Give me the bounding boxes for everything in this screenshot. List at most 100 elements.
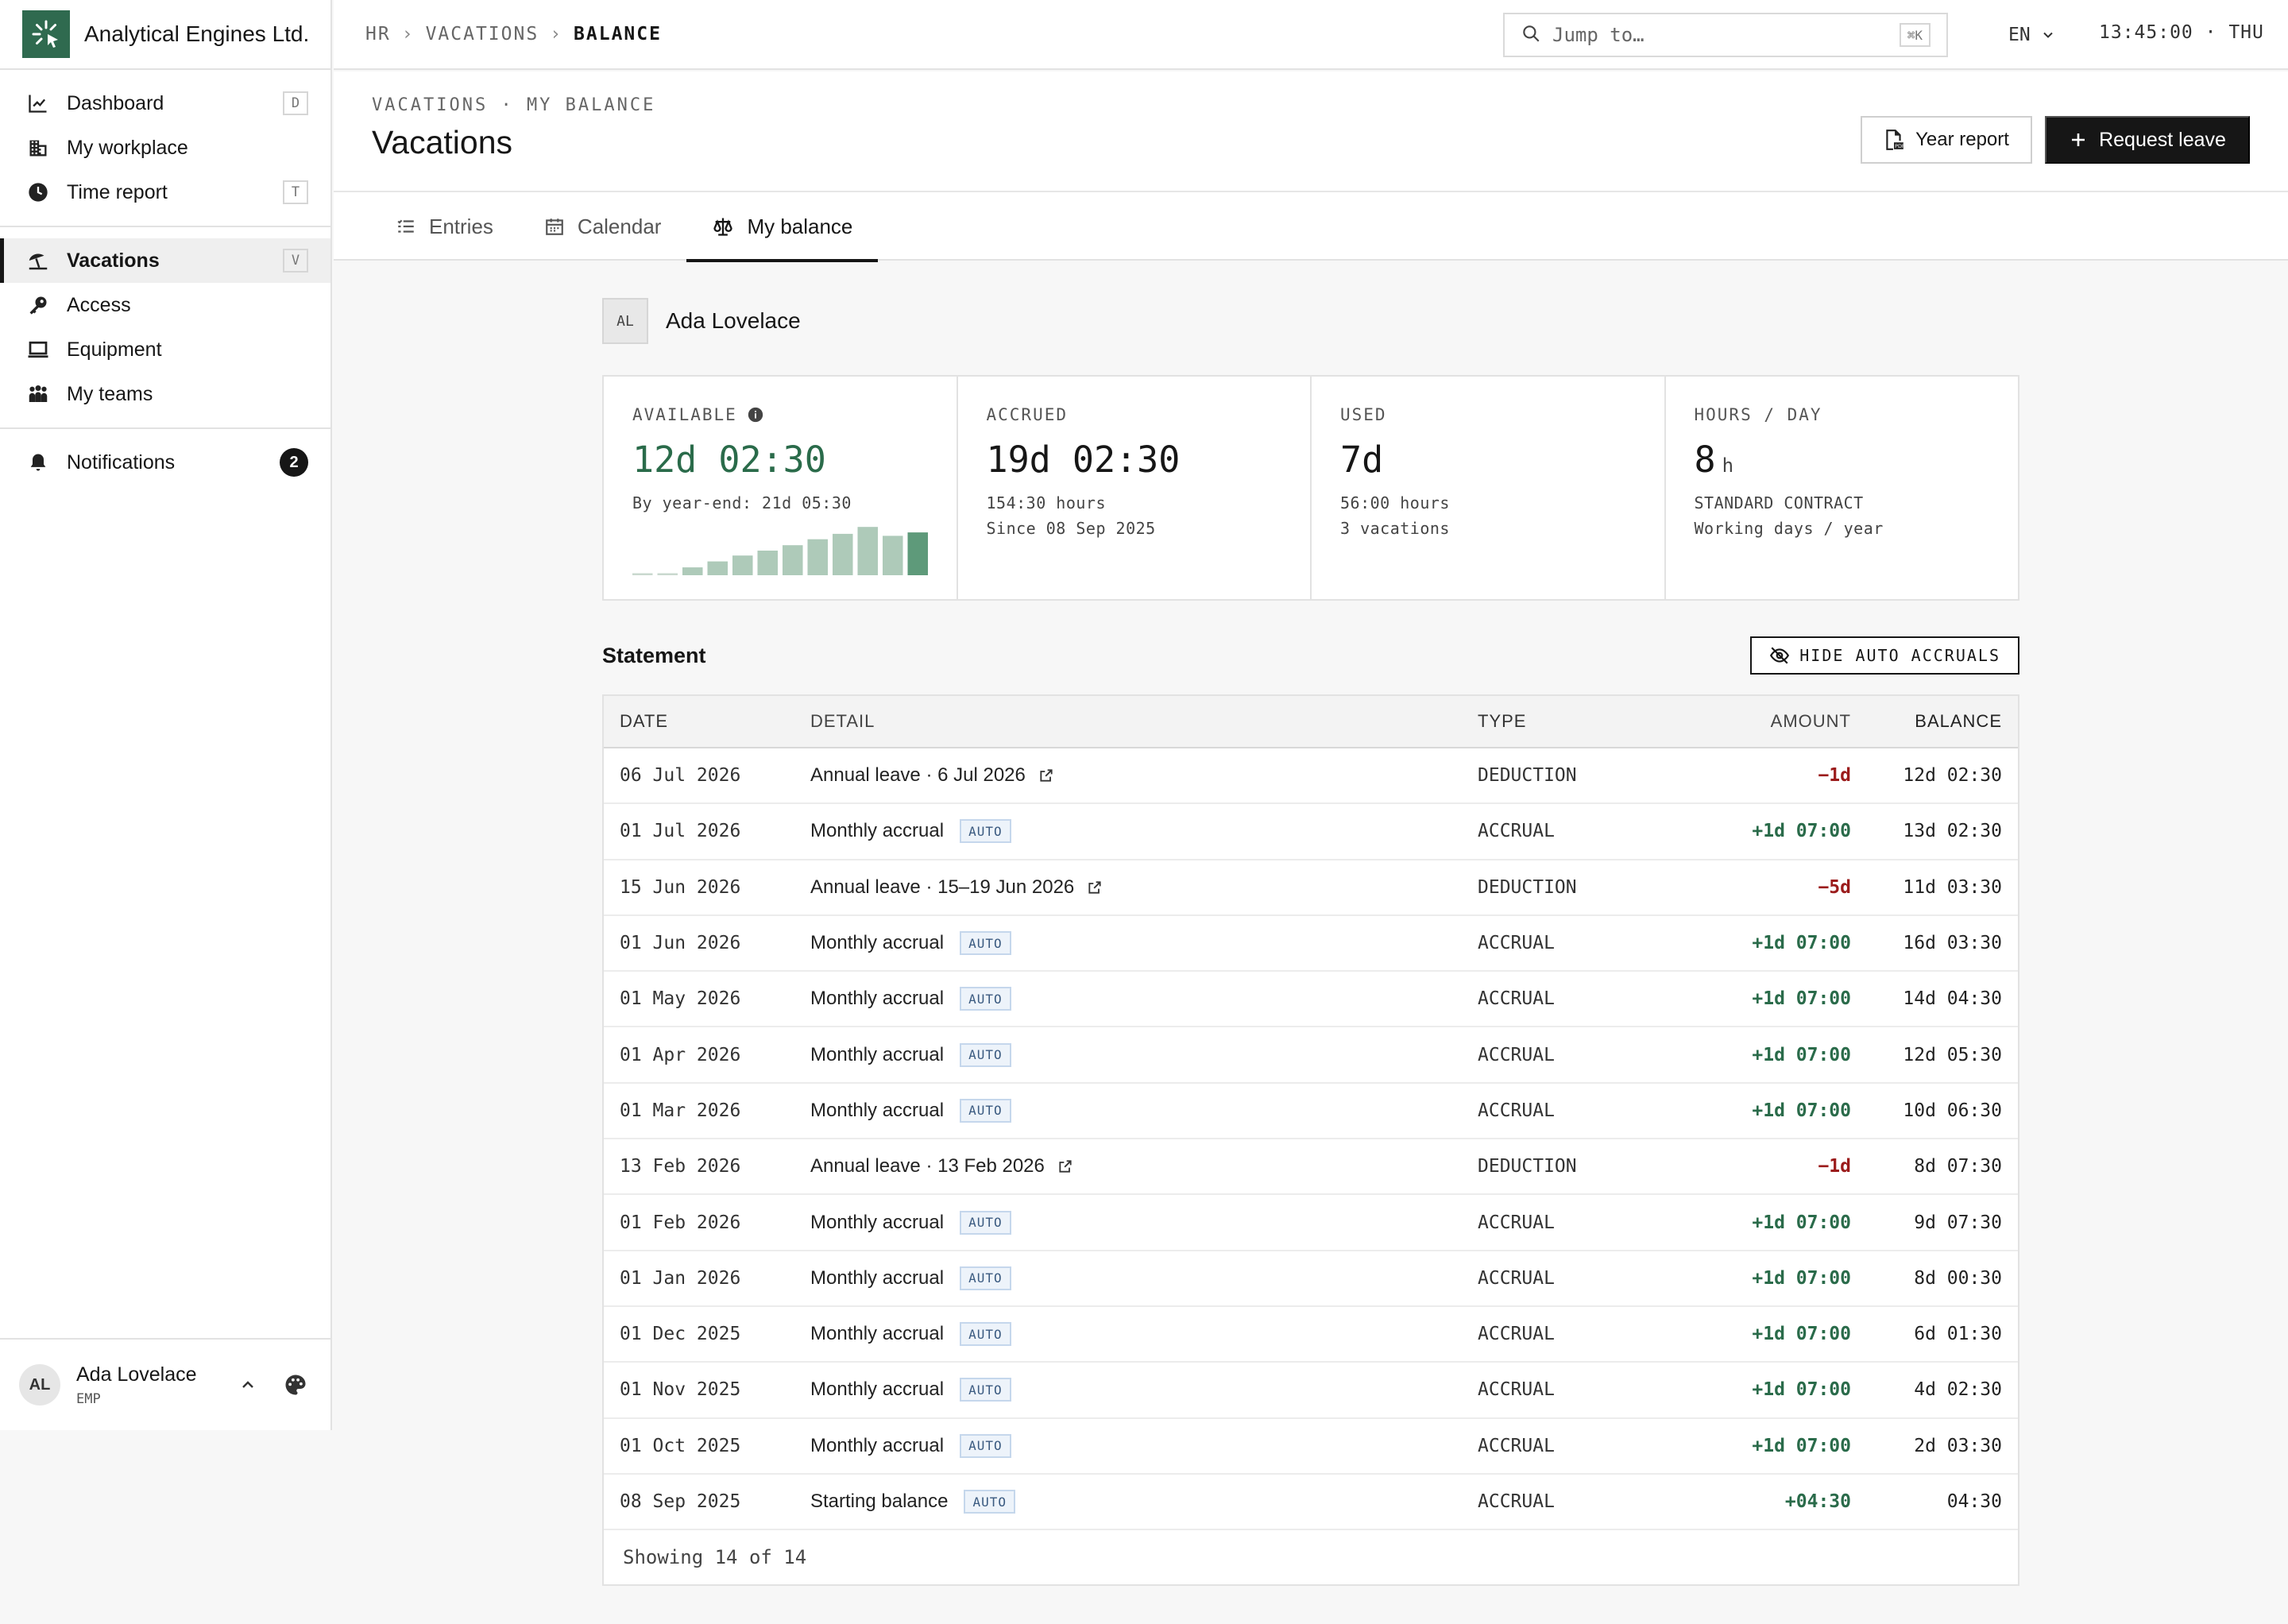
- breadcrumb-item-vacations[interactable]: VACATIONS: [426, 24, 539, 44]
- employee-avatar: AL: [602, 298, 648, 344]
- statement-title: Statement: [602, 643, 706, 667]
- sidebar-item-label: Equipment: [67, 338, 162, 361]
- cell-date: 13 Feb 2026: [620, 1156, 741, 1177]
- nav-group-secondary: Vacations V Access Equipment My teams: [0, 227, 330, 429]
- table-row[interactable]: 01 May 2026 Monthly accrual AUTO ACCRUAL +1d…: [604, 972, 2018, 1028]
- cell-detail: Monthly accrual AUTO: [810, 1378, 1478, 1402]
- nav-group-main: Dashboard D My workplace Time report T: [0, 70, 330, 227]
- cell-balance: 6d 01:30: [1914, 1324, 2002, 1345]
- sparkline-bar: [907, 532, 928, 575]
- detail-text: Monthly accrual: [810, 820, 945, 842]
- sidebar-item-dashboard[interactable]: Dashboard D: [0, 81, 330, 126]
- table-row[interactable]: 01 Oct 2025 Monthly accrual AUTO ACCRUAL +1d…: [604, 1419, 2018, 1475]
- cell-type: DEDUCTION: [1478, 876, 1577, 898]
- sidebar-item-vacations[interactable]: Vacations V: [0, 238, 330, 283]
- auto-badge: AUTO: [960, 1210, 1011, 1235]
- cell-date: 01 Oct 2025: [620, 1435, 741, 1456]
- cell-date: 01 Mar 2026: [620, 1100, 741, 1121]
- palette-icon[interactable]: [280, 1369, 311, 1401]
- cell-balance: 12d 05:30: [1903, 1044, 2002, 1065]
- cell-balance: 12d 02:30: [1903, 765, 2002, 787]
- contract-type: STANDARD CONTRACT: [1694, 493, 1864, 512]
- sidebar-item-notifications[interactable]: Notifications 2: [0, 440, 330, 485]
- cell-balance: 2d 03:30: [1914, 1435, 2002, 1456]
- info-icon[interactable]: [747, 406, 764, 423]
- chevron-up-icon[interactable]: [232, 1369, 264, 1401]
- cell-type: ACCRUAL: [1478, 933, 1555, 954]
- table-row[interactable]: 01 Jun 2026 Monthly accrual AUTO ACCRUAL +1d…: [604, 916, 2018, 972]
- cell-type: ACCRUAL: [1478, 1379, 1555, 1401]
- year-report-button[interactable]: PDF Year report: [1861, 116, 2032, 164]
- breadcrumb-item-hr[interactable]: HR: [365, 24, 391, 44]
- language-selector[interactable]: EN: [2008, 19, 2056, 51]
- cell-date: 01 Dec 2025: [620, 1324, 741, 1345]
- tab-label: My balance: [747, 214, 853, 238]
- column-header-detail[interactable]: DETAIL: [810, 711, 1478, 732]
- building-icon: [25, 135, 51, 160]
- sidebar-item-access[interactable]: Access: [0, 283, 330, 327]
- tab-bar: Entries Calendar My balance: [334, 191, 2288, 262]
- employee-name: Ada Lovelace: [666, 308, 801, 333]
- sidebar-item-time-report[interactable]: Time report T: [0, 170, 330, 215]
- external-link-icon[interactable]: [1057, 1158, 1073, 1174]
- list-icon: [397, 219, 414, 233]
- cell-amount: +04:30: [1784, 1491, 1851, 1512]
- cell-amount: −1d: [1818, 765, 1851, 787]
- sidebar-item-my-workplace[interactable]: My workplace: [0, 126, 330, 170]
- auto-badge: AUTO: [960, 1098, 1011, 1123]
- balance-content: AL Ada Lovelace AVAILABLE 12d 02:30 By y…: [602, 297, 2019, 1587]
- chevron-down-icon: [2043, 32, 2053, 38]
- user-menu[interactable]: AL Ada Lovelace EMP: [0, 1338, 330, 1430]
- table-row[interactable]: 01 Jan 2026 Monthly accrual AUTO ACCRUAL +1d…: [604, 1251, 2018, 1307]
- brand[interactable]: Analytical Engines Ltd.: [0, 0, 330, 70]
- table-row[interactable]: 01 Mar 2026 Monthly accrual AUTO ACCRUAL +1d…: [604, 1084, 2018, 1140]
- table-row[interactable]: 06 Jul 2026 Annual leave · 6 Jul 2026 DEDU…: [604, 748, 2018, 805]
- nav-group-notifications: Notifications 2: [0, 429, 330, 496]
- tab-calendar[interactable]: Calendar: [519, 192, 687, 261]
- chart-line-icon: [25, 91, 51, 116]
- hide-auto-accruals-button[interactable]: HIDE AUTO ACCRUALS: [1750, 636, 2019, 675]
- sidebar-item-label: Notifications: [67, 450, 176, 474]
- table-row[interactable]: 08 Sep 2025 Starting balance AUTO ACCRUAL +0…: [604, 1475, 2018, 1531]
- detail-text: Monthly accrual: [810, 1266, 945, 1289]
- table-row[interactable]: 01 Dec 2025 Monthly accrual AUTO ACCRUAL +1d…: [604, 1307, 2018, 1363]
- table-row[interactable]: 15 Jun 2026 Annual leave · 15–19 Jun 2026…: [604, 860, 2018, 916]
- column-header-type[interactable]: TYPE: [1478, 711, 1652, 732]
- column-header-balance[interactable]: BALANCE: [1851, 711, 2018, 732]
- used-value: 7d: [1340, 439, 1384, 481]
- sidebar-item-equipment[interactable]: Equipment: [0, 327, 330, 372]
- tab-entries[interactable]: Entries: [370, 192, 519, 261]
- external-link-icon[interactable]: [1087, 880, 1103, 895]
- request-leave-label: Request leave: [2099, 128, 2226, 151]
- table-row[interactable]: 13 Feb 2026 Annual leave · 13 Feb 2026 DED…: [604, 1139, 2018, 1196]
- table-row[interactable]: 01 Apr 2026 Monthly accrual AUTO ACCRUAL +1d…: [604, 1027, 2018, 1084]
- external-link-icon[interactable]: [1038, 768, 1054, 783]
- accrued-hours: 154:30 hours: [986, 493, 1106, 512]
- detail-text: Monthly accrual: [810, 1211, 945, 1233]
- sidebar: Analytical Engines Ltd. Dashboard D My w…: [0, 0, 332, 1430]
- detail-text: Monthly accrual: [810, 932, 945, 954]
- table-footer: Showing 14 of 14: [623, 1546, 807, 1569]
- beach-umbrella-icon: [25, 248, 51, 273]
- detail-text: Monthly accrual: [810, 988, 945, 1010]
- table-row[interactable]: 01 Feb 2026 Monthly accrual AUTO ACCRUAL +1d…: [604, 1195, 2018, 1251]
- auto-badge: AUTO: [960, 1266, 1011, 1290]
- cell-type: ACCRUAL: [1478, 1212, 1555, 1233]
- calendar-icon: [546, 218, 563, 235]
- table-row[interactable]: 01 Nov 2025 Monthly accrual AUTO ACCRUAL +1d…: [604, 1363, 2018, 1419]
- cell-type: DEDUCTION: [1478, 1156, 1577, 1177]
- cell-amount: +1d 07:00: [1752, 1100, 1851, 1121]
- search-input[interactable]: [1552, 24, 1900, 46]
- sidebar-item-my-teams[interactable]: My teams: [0, 372, 330, 416]
- request-leave-button[interactable]: Request leave: [2045, 116, 2250, 164]
- cell-date: 01 Jul 2026: [620, 821, 741, 842]
- shortcut-hint: T: [283, 180, 308, 204]
- auto-badge: AUTO: [960, 931, 1011, 956]
- tab-my-balance[interactable]: My balance: [686, 192, 879, 262]
- search-box[interactable]: ⌘K: [1503, 13, 1948, 57]
- topbar: HR › VACATIONS › BALANCE ⌘K EN 13:45:00 …: [334, 0, 2288, 70]
- table-row[interactable]: 01 Jul 2026 Monthly accrual AUTO ACCRUAL +1d…: [604, 804, 2018, 860]
- scale-icon: [713, 218, 733, 236]
- column-header-amount[interactable]: AMOUNT: [1652, 711, 1851, 732]
- column-header-date[interactable]: DATE: [604, 711, 810, 732]
